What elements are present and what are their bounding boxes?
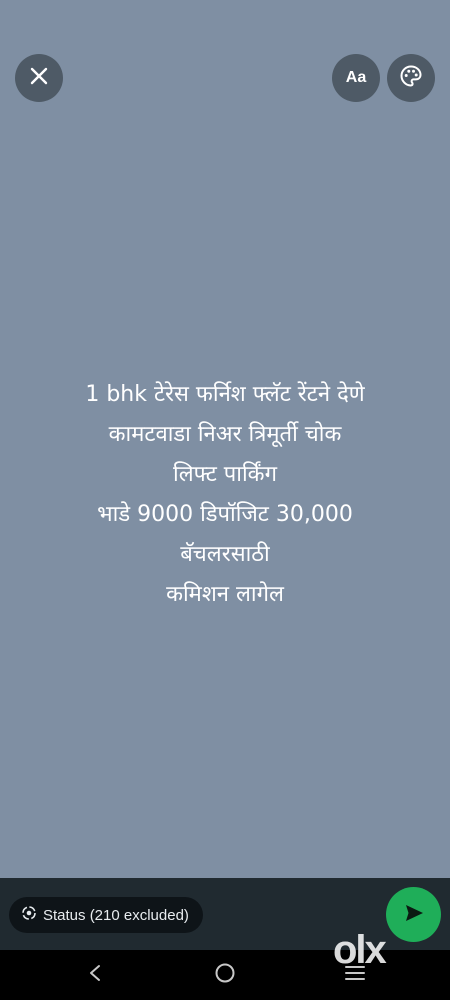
font-style-button[interactable]: Aa [332, 54, 380, 102]
send-icon [403, 902, 425, 928]
status-text[interactable]: 1 bhk टेरेस फर्निश फ्लॅट रेंटने देणे काम… [0, 375, 450, 615]
back-chevron-icon [88, 964, 102, 986]
status-ring-icon [21, 905, 37, 925]
olx-watermark-logo: olx [333, 928, 387, 972]
status-line: बॅचलरसाठी [180, 542, 270, 567]
palette-icon [399, 64, 423, 92]
status-line: 1 bhk टेरेस फर्निश फ्लॅट रेंटने देणे [85, 382, 365, 407]
status-line: लिफ्ट पार्किंग [173, 462, 277, 487]
status-line: कमिशन लागेल [166, 582, 284, 607]
close-icon [29, 66, 49, 90]
nav-back-button[interactable] [82, 962, 108, 988]
home-circle-icon [214, 962, 236, 988]
status-line: भाडे 9000 डिपॉजिट 30,000 [97, 502, 353, 527]
status-line: कामटवाडा निअर त्रिमूर्ती चोक [108, 422, 342, 447]
status-audience-button[interactable]: Status (210 excluded) [9, 897, 203, 933]
font-style-label: Aa [345, 69, 367, 86]
close-button[interactable] [15, 54, 63, 102]
status-audience-label: Status (210 excluded) [43, 906, 189, 924]
color-palette-button[interactable] [387, 54, 435, 102]
nav-home-button[interactable] [212, 962, 238, 988]
